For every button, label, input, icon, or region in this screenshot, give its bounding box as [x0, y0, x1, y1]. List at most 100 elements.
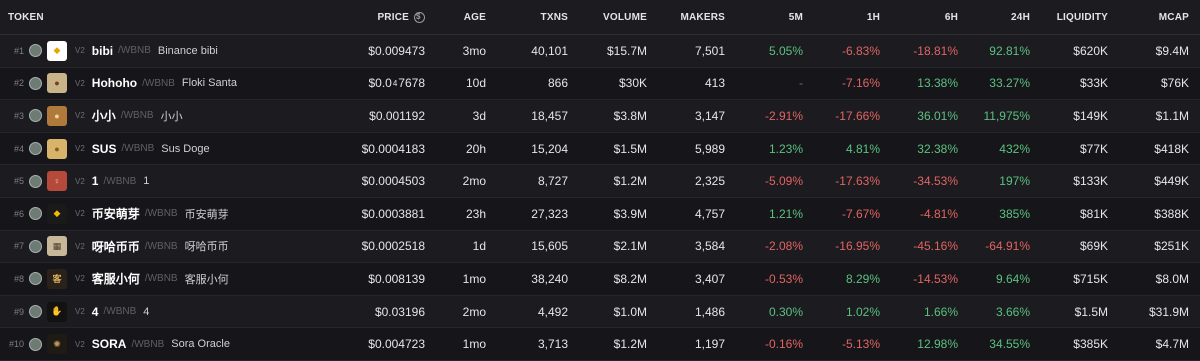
- token-cell[interactable]: #10 ✺ V2 SORA /WBNB Sora Oracle: [0, 328, 338, 360]
- token-cell[interactable]: #4 ● V2 SUS /WBNB Sus Doge: [0, 133, 338, 165]
- token-symbol: 客服小何: [91, 272, 140, 287]
- token-cell[interactable]: #7 ▦ V2 呀哈币币 /WBNB 呀哈币币: [0, 231, 338, 263]
- change-24h-cell: 9.64%: [995, 271, 1030, 286]
- table-row[interactable]: #7 ▦ V2 呀哈币币 /WBNB 呀哈币币 $0.0002518 1d 15…: [0, 230, 1200, 264]
- dex-version: V2: [75, 209, 85, 219]
- mcap-cell: $449K: [1154, 174, 1189, 189]
- change-5m-cell: -2.91%: [764, 108, 803, 123]
- change-5m-cell: -2.08%: [764, 239, 803, 254]
- token-cell[interactable]: #6 ◆ V2 币安萌芽 /WBNB 币安萌芽: [0, 198, 338, 230]
- yaha-logo-icon: ▦: [47, 236, 67, 257]
- col-5m-header[interactable]: 5M: [789, 0, 803, 34]
- token-cell[interactable]: #3 ● V2 小小 /WBNB 小小: [0, 100, 338, 132]
- bnb-chain-icon: [29, 272, 42, 286]
- table-body: #1 ◆ V2 bibi /WBNB Binance bibi $0.00947…: [0, 35, 1200, 361]
- price-value: $0.0002518: [361, 239, 425, 254]
- volume-cell: $8.2M: [613, 271, 647, 286]
- col-24h-header[interactable]: 24H: [1011, 0, 1030, 34]
- change-6h-cell: -4.81%: [919, 206, 958, 221]
- change-5m-cell: -0.53%: [764, 271, 803, 286]
- one-logo-icon: ♀: [47, 171, 67, 192]
- change-1h-cell: -7.16%: [841, 76, 880, 91]
- change-5m-cell: 0.30%: [768, 304, 803, 319]
- change-1h-cell: 4.81%: [845, 141, 880, 156]
- age-cell: 23h: [465, 206, 486, 221]
- mcap-cell: $1.1M: [1155, 108, 1189, 123]
- table-row[interactable]: #6 ◆ V2 币安萌芽 /WBNB 币安萌芽 $0.0003881 23h 2…: [0, 198, 1200, 231]
- change-5m-cell: 1.21%: [768, 206, 803, 221]
- col-liquidity-header[interactable]: LIQUIDITY: [1057, 0, 1108, 34]
- txns-cell: 8,727: [537, 174, 568, 189]
- token-cell[interactable]: #8 客 V2 客服小何 /WBNB 客服小何: [0, 263, 338, 295]
- col-price-header[interactable]: PRICE: [377, 0, 425, 34]
- token-cell[interactable]: #1 ◆ V2 bibi /WBNB Binance bibi: [0, 35, 338, 67]
- price-zero-count: 4: [392, 78, 398, 88]
- quote-token: /WBNB: [118, 45, 151, 57]
- change-6h-cell: 1.66%: [923, 304, 958, 319]
- col-makers-header[interactable]: MAKERS: [680, 0, 725, 34]
- price-cell: $0.0004183: [362, 133, 425, 165]
- liquidity-cell: $69K: [1079, 239, 1108, 254]
- volume-cell: $30K: [618, 76, 647, 91]
- price-value: $0.03196: [374, 304, 425, 319]
- change-5m-cell: 1.23%: [768, 141, 803, 156]
- table-row[interactable]: #8 客 V2 客服小何 /WBNB 客服小何 $0.008139 1mo 38…: [0, 263, 1200, 296]
- token-name: Sora Oracle: [171, 338, 230, 351]
- liquidity-cell: $1.5M: [1074, 304, 1108, 319]
- currency-toggle-icon[interactable]: [414, 11, 425, 23]
- makers-cell: 7,501: [694, 43, 725, 58]
- table-row[interactable]: #9 ✋ V2 4 /WBNB 4 $0.03196 2mo 4,492 $1.…: [0, 295, 1200, 329]
- change-6h-cell: -14.53%: [913, 271, 958, 286]
- table-row[interactable]: #5 ♀ V2 1 /WBNB 1 $0.0004503 2mo 8,727 $…: [0, 165, 1200, 198]
- bnb-chain-icon: [29, 142, 42, 156]
- makers-cell: 1,486: [694, 304, 725, 319]
- change-24h-cell: 197%: [999, 174, 1030, 189]
- col-token-header[interactable]: TOKEN: [0, 0, 338, 34]
- token-symbol: 币安萌芽: [91, 207, 140, 222]
- change-1h-cell: -5.13%: [841, 337, 880, 352]
- token-symbol: 呀哈币币: [91, 239, 140, 254]
- sora-logo-icon: ✺: [47, 334, 67, 355]
- col-txns-header[interactable]: TXNS: [541, 0, 568, 34]
- price-value: $0.0004183: [361, 141, 425, 156]
- col-volume-header[interactable]: VOLUME: [603, 0, 647, 34]
- change-24h-cell: -64.91%: [985, 239, 1030, 254]
- col-6h-header[interactable]: 6H: [945, 0, 958, 34]
- bnb-chain-icon: [29, 44, 42, 58]
- mcap-cell: $76K: [1160, 76, 1189, 91]
- table-row[interactable]: #1 ◆ V2 bibi /WBNB Binance bibi $0.00947…: [0, 35, 1200, 68]
- change-24h-cell: 34.55%: [989, 337, 1030, 352]
- table-row[interactable]: #10 ✺ V2 SORA /WBNB Sora Oracle $0.00472…: [0, 328, 1200, 361]
- txns-cell: 4,492: [537, 304, 568, 319]
- txns-cell: 15,204: [531, 141, 568, 156]
- makers-cell: 1,197: [694, 337, 725, 352]
- col-1h-header[interactable]: 1H: [867, 0, 880, 34]
- table-row[interactable]: #3 ● V2 小小 /WBNB 小小 $0.001192 3d 18,457 …: [0, 100, 1200, 133]
- liquidity-cell: $715K: [1073, 271, 1108, 286]
- change-1h-cell: -17.63%: [835, 174, 880, 189]
- token-cell[interactable]: #2 ● V2 Hohoho /WBNB Floki Santa: [0, 68, 338, 100]
- token-symbol: 4: [91, 304, 99, 319]
- dex-version: V2: [75, 46, 85, 56]
- quote-token: /WBNB: [142, 77, 175, 89]
- change-6h-cell: -34.53%: [913, 174, 958, 189]
- col-mcap-header[interactable]: MCAP: [1159, 0, 1189, 34]
- token-symbol: 1: [91, 174, 99, 189]
- table-row[interactable]: #2 ● V2 Hohoho /WBNB Floki Santa $0.0 4 76…: [0, 68, 1200, 101]
- token-cell[interactable]: #9 ✋ V2 4 /WBNB 4: [0, 296, 338, 328]
- change-1h-cell: -6.83%: [841, 43, 880, 58]
- table-row[interactable]: #4 ● V2 SUS /WBNB Sus Doge $0.0004183 20…: [0, 133, 1200, 166]
- token-name: 呀哈币币: [184, 241, 229, 254]
- price-cell: $0.0004503: [362, 165, 425, 197]
- quote-token: /WBNB: [144, 240, 178, 252]
- age-cell: 1mo: [462, 271, 486, 286]
- token-cell[interactable]: #5 ♀ V2 1 /WBNB 1: [0, 165, 338, 197]
- bnb-chain-icon: [29, 207, 42, 221]
- price-value: $0.008139: [368, 271, 425, 286]
- dex-version: V2: [75, 176, 85, 186]
- price-value: $0.0004503: [361, 174, 425, 189]
- token-symbol: Hohoho: [91, 76, 138, 91]
- rank: #8: [13, 273, 24, 284]
- col-age-header[interactable]: AGE: [464, 0, 486, 34]
- makers-cell: 5,989: [694, 141, 725, 156]
